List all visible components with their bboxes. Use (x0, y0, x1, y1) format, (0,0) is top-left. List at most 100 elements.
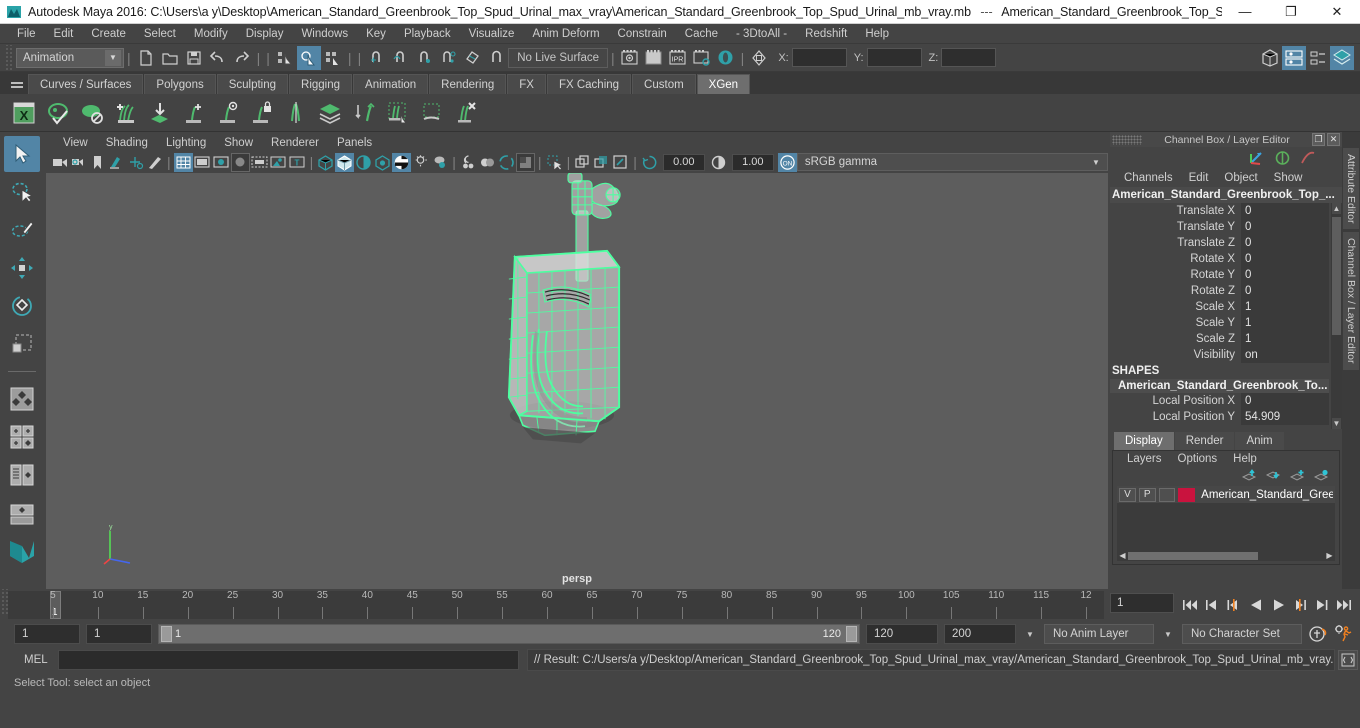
lasso-tool-button[interactable] (4, 174, 40, 210)
shelf-tab-rigging[interactable]: Rigging (289, 74, 353, 94)
make-live-button[interactable] (484, 46, 508, 70)
shelf-tab-xgen[interactable]: XGen (696, 74, 751, 94)
xgen-editor-button[interactable]: X (8, 97, 40, 129)
viewport-menu-renderer[interactable]: Renderer (262, 134, 328, 152)
range-slider-bar[interactable]: 1 120 (158, 624, 860, 644)
live-surface-field[interactable]: No Live Surface (508, 47, 609, 68)
xgen-add-primitive-button[interactable] (178, 97, 210, 129)
color-management-toggle[interactable]: ON (777, 152, 797, 172)
toolbar-grip[interactable] (4, 44, 12, 71)
tab-anim[interactable]: Anim (1235, 432, 1284, 450)
script-editor-button[interactable] (1338, 650, 1358, 670)
channel-row[interactable]: Translate Y 0 (1110, 219, 1329, 235)
viewport-light-icon[interactable] (269, 153, 288, 172)
menu-windows[interactable]: Windows (292, 24, 357, 44)
hypershade-layout-button[interactable] (4, 457, 40, 493)
move-layer-down-icon[interactable] (1266, 469, 1281, 482)
range-handle-left[interactable] (161, 626, 172, 642)
menu-help[interactable]: Help (856, 24, 898, 44)
channel-value[interactable]: 54.909 (1241, 409, 1329, 425)
shelf-tab-fx[interactable]: FX (507, 74, 546, 94)
snap-to-view-plane-button[interactable] (460, 46, 484, 70)
play-forwards-button[interactable] (1268, 594, 1288, 616)
show-hide-modeling-toolkit-button[interactable] (1258, 46, 1282, 70)
redo-button[interactable] (230, 46, 254, 70)
channel-row[interactable]: Rotate X 0 (1110, 251, 1329, 267)
step-forward-frame-button[interactable] (1290, 594, 1310, 616)
xray-active-components-icon[interactable] (611, 153, 630, 172)
isolate-select-icon[interactable] (545, 153, 564, 172)
scroll-left-icon[interactable]: ◀ (1117, 551, 1128, 560)
snap-to-point-button[interactable] (412, 46, 436, 70)
shelf-tab-fx-caching[interactable]: FX Caching (546, 74, 632, 94)
paint-select-tool-button[interactable] (4, 212, 40, 248)
channel-row[interactable]: Scale Y 1 (1110, 315, 1329, 331)
speed-manipulator-icon[interactable] (1299, 150, 1316, 166)
viewport-menu-lighting[interactable]: Lighting (157, 134, 215, 152)
persp-outliner-layout-button[interactable] (4, 419, 40, 455)
anim-layer-selector[interactable]: No Anim Layer (1044, 624, 1154, 644)
show-hide-channel-box-button[interactable] (1330, 45, 1354, 70)
menu-file[interactable]: File (8, 24, 45, 44)
auto-key-button[interactable] (1308, 623, 1328, 645)
channelbox-shape-name[interactable]: American_Standard_Greenbrook_To... (1110, 379, 1329, 393)
xgen-groom-convert-button[interactable] (348, 97, 380, 129)
channelbox-scrollbar[interactable]: ▲ ▼ (1331, 203, 1342, 429)
character-set-dropdown-icon[interactable]: ▼ (1160, 625, 1176, 643)
gamma-input[interactable]: 1.00 (731, 153, 774, 171)
coord-z-input[interactable] (941, 48, 997, 67)
command-input[interactable] (57, 650, 519, 670)
layer-menu-options[interactable]: Options (1170, 451, 1226, 468)
range-end-input[interactable]: 120 (866, 624, 938, 644)
menu-set-selector[interactable]: Animation ▼ (16, 47, 124, 68)
channel-value[interactable]: on (1241, 347, 1329, 363)
menu-display[interactable]: Display (237, 24, 293, 44)
xgen-lock-primitive-button[interactable] (246, 97, 278, 129)
channel-value[interactable]: 0 (1241, 203, 1329, 219)
channel-row[interactable]: Translate Z 0 (1110, 235, 1329, 251)
xgen-mirror-button[interactable] (280, 97, 312, 129)
viewport-isolate-icon[interactable] (515, 152, 535, 172)
shelf-tab-curves-surfaces[interactable]: Curves / Surfaces (28, 74, 144, 94)
shelf-tab-sculpting[interactable]: Sculpting (216, 74, 289, 94)
channel-value[interactable]: 0 (1241, 251, 1329, 267)
go-to-start-button[interactable] (1180, 594, 1200, 616)
step-forward-key-button[interactable] (1312, 594, 1332, 616)
use-all-lights-icon[interactable] (373, 153, 392, 172)
gate-mask-icon[interactable] (230, 152, 250, 172)
create-layer-from-selected-icon[interactable] (1314, 469, 1329, 482)
2d-pan-zoom-icon[interactable] (126, 153, 145, 172)
layer-state-toggle[interactable] (1158, 487, 1176, 502)
channel-value[interactable]: 1 (1241, 299, 1329, 315)
xgen-add-description-button[interactable] (110, 97, 142, 129)
current-frame-input[interactable]: 1 (1110, 593, 1174, 613)
scale-tool-button[interactable] (4, 326, 40, 362)
snap-to-curve-button[interactable] (388, 46, 412, 70)
panel-grip[interactable] (1112, 134, 1142, 145)
layer-hscroll-thumb[interactable] (1128, 551, 1258, 560)
wireframe-shading-icon[interactable] (316, 153, 335, 172)
channelbox-menu-channels[interactable]: Channels (1116, 169, 1181, 187)
render-view-toggle-button[interactable] (714, 46, 738, 70)
motion-blur-icon[interactable] (459, 153, 478, 172)
menu-create[interactable]: Create (82, 24, 135, 44)
show-hide-tool-settings-button[interactable] (1306, 46, 1330, 70)
layer-list-hscrollbar[interactable]: ◀ ▶ (1117, 550, 1335, 561)
select-camera-icon[interactable] (50, 153, 69, 172)
no-manipulator-icon[interactable] (1274, 150, 1291, 166)
scroll-right-icon[interactable]: ▶ (1324, 551, 1335, 560)
menu-constrain[interactable]: Constrain (609, 24, 676, 44)
camera-attributes-icon[interactable] (69, 153, 88, 172)
viewport-menu-view[interactable]: View (54, 134, 97, 152)
channelbox-scroll-thumb[interactable] (1332, 217, 1341, 335)
select-component-button[interactable] (321, 46, 345, 70)
scroll-down-icon[interactable]: ▼ (1332, 418, 1341, 429)
render-current-frame-button[interactable] (618, 46, 642, 70)
rotate-tool-button[interactable] (4, 288, 40, 324)
viewport-menu-panels[interactable]: Panels (328, 134, 381, 152)
xgen-region-select-button[interactable] (416, 97, 448, 129)
channel-row[interactable]: Scale X 1 (1110, 299, 1329, 315)
anim-start-input[interactable]: 1 (14, 624, 80, 644)
xgen-import-button[interactable] (144, 97, 176, 129)
xgen-layers-button[interactable] (314, 97, 346, 129)
